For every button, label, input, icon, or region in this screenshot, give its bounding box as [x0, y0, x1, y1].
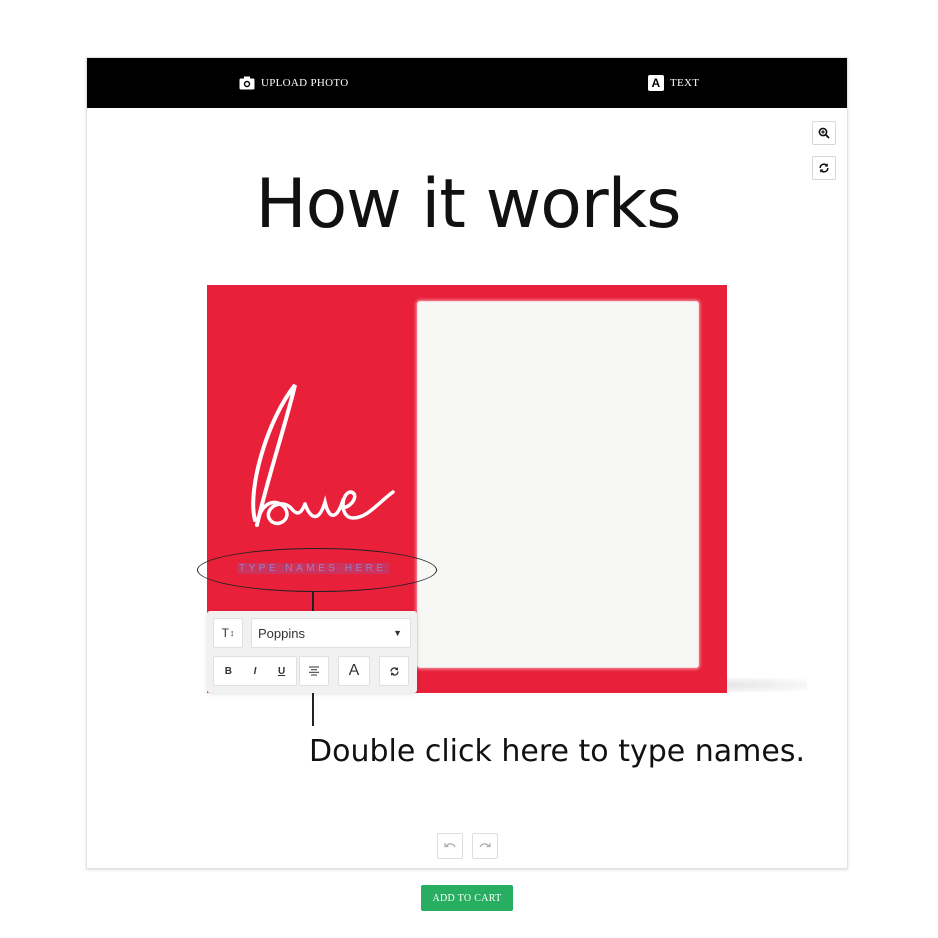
photo-slot[interactable]	[418, 302, 698, 667]
font-family-select[interactable]: Poppins ▼	[251, 618, 411, 648]
text-tab-label: TEXT	[670, 77, 700, 89]
text-icon: A	[648, 75, 664, 91]
editor-top-bar: UPLOAD PHOTO A TEXT	[87, 58, 847, 108]
italic-button[interactable]: I	[254, 666, 257, 677]
redo-icon	[479, 843, 491, 848]
align-center-icon	[309, 666, 319, 676]
names-text-field[interactable]: TYPE NAMES HERE	[237, 563, 389, 574]
chevron-down-icon: ▼	[393, 628, 402, 638]
align-button[interactable]	[299, 656, 329, 686]
font-size-button[interactable]: T ↕	[213, 618, 243, 648]
font-size-icon: T	[221, 626, 229, 640]
underline-button[interactable]: U	[278, 666, 285, 677]
text-format-toolbar: T ↕ Poppins ▼ B I U A	[207, 611, 417, 693]
text-tab[interactable]: A TEXT	[648, 58, 699, 108]
bold-button[interactable]: B	[225, 666, 232, 677]
zoom-in-icon	[818, 127, 830, 139]
page-title: How it works	[255, 165, 681, 244]
text-style-group: B I U	[213, 656, 297, 686]
upload-photo-label: UPLOAD PHOTO	[261, 77, 349, 89]
size-arrows-icon: ↕	[229, 628, 235, 638]
text-badge-glyph: A	[648, 75, 664, 91]
undo-button[interactable]	[437, 833, 463, 859]
rotate-icon	[389, 666, 399, 676]
zoom-in-button[interactable]	[812, 121, 836, 145]
font-family-value: Poppins	[258, 625, 305, 641]
product-editor: UPLOAD PHOTO A TEXT How it works TYPE NA…	[86, 57, 848, 869]
upload-photo-tab[interactable]: UPLOAD PHOTO	[239, 58, 348, 108]
text-color-button[interactable]: A	[338, 656, 370, 686]
love-script-art	[251, 383, 395, 527]
undo-icon	[444, 843, 456, 848]
hint-text: Double click here to type names.	[309, 734, 805, 769]
text-color-icon: A	[348, 662, 360, 679]
add-to-cart-button[interactable]: ADD TO CART	[421, 885, 513, 911]
text-rotate-button[interactable]	[379, 656, 409, 686]
camera-icon	[239, 75, 255, 91]
redo-button[interactable]	[472, 833, 498, 859]
card-shadow	[727, 678, 807, 692]
